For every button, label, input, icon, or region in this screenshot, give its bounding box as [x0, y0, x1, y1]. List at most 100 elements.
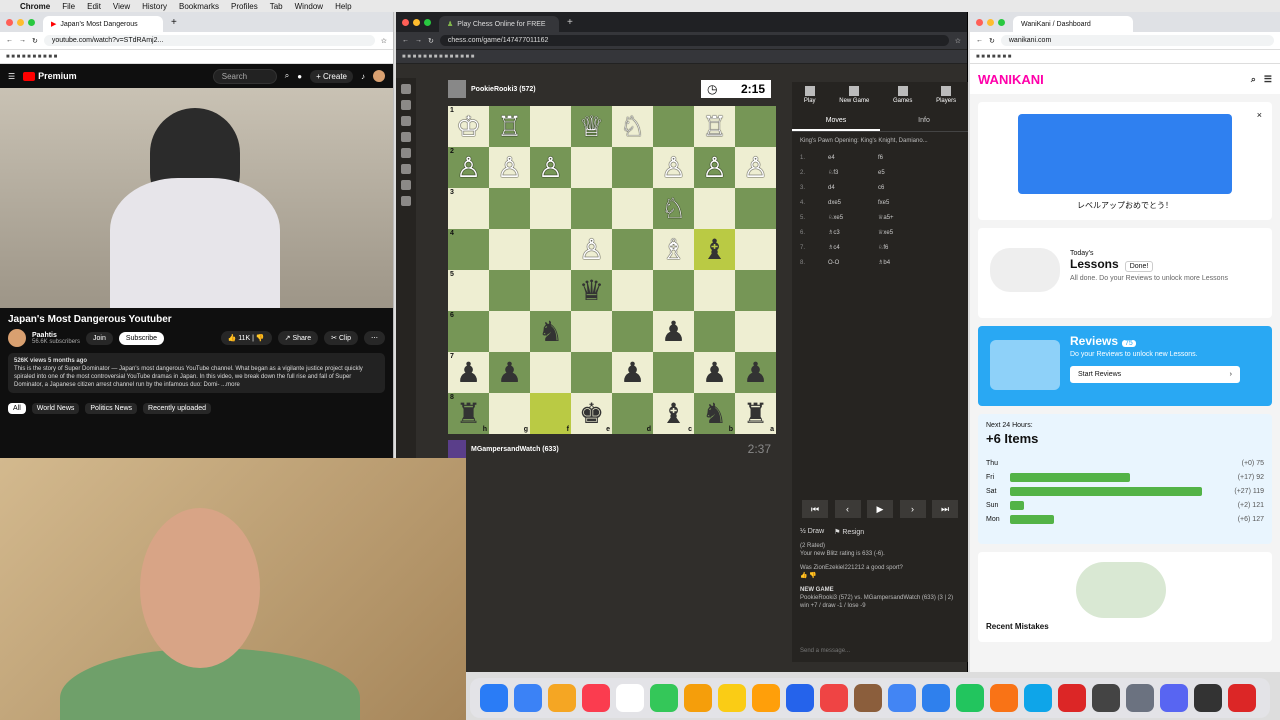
star-icon[interactable]: ☆ — [955, 37, 961, 45]
pawn-icon[interactable] — [401, 84, 411, 94]
menu-tab[interactable]: Tab — [270, 2, 283, 11]
board-square[interactable]: g — [489, 393, 530, 434]
board-square[interactable] — [735, 229, 776, 270]
menu-file[interactable]: File — [62, 2, 75, 11]
chess-piece[interactable]: ♝ — [702, 235, 727, 264]
chess-board[interactable]: ♔ 1 ♖ ♕ ♘ ♖ ♙ 2 ♙ ♙ ♙ ♙ ♙ 3 ♘ 4 ♙ ♗ ♝ 5 ♛ 6 ♞ ♟ ♟ 7 ♟ ♟ ♟ ♟ ♜ 8 h g f ♚ e d ♝ c… — [448, 106, 776, 434]
board-square[interactable]: ♟ — [653, 311, 694, 352]
puzzle-icon[interactable] — [401, 100, 411, 110]
move[interactable]: ♗c4 — [828, 244, 878, 251]
chess-piece[interactable]: ♝ — [661, 399, 686, 428]
move[interactable]: ♘f6 — [878, 244, 928, 251]
chip-recently-uploaded[interactable]: Recently uploaded — [143, 403, 212, 414]
dock-app-icon[interactable] — [888, 684, 916, 712]
board-square[interactable]: 5 — [448, 270, 489, 311]
menu-icon[interactable]: ☰ — [8, 72, 15, 81]
board-square[interactable]: ♗ — [653, 229, 694, 270]
bookmark-item[interactable]: ■ ■ ■ ■ ■ ■ ■ — [976, 54, 1011, 60]
board-square[interactable]: ♞ b — [694, 393, 735, 434]
board-square[interactable]: ♔ 1 — [448, 106, 489, 147]
close-icon[interactable]: × — [1257, 110, 1262, 120]
tab-moves[interactable]: Moves — [792, 112, 880, 131]
board-square[interactable] — [571, 147, 612, 188]
chess-piece[interactable]: ♙ — [497, 153, 522, 182]
menu-window[interactable]: Window — [295, 2, 323, 11]
board-square[interactable] — [612, 229, 653, 270]
url-field[interactable]: wanikani.com — [1000, 35, 1274, 46]
dock-app-icon[interactable] — [956, 684, 984, 712]
board-square[interactable]: ♙ — [735, 147, 776, 188]
board-square[interactable]: ♛ — [571, 270, 612, 311]
board-square[interactable] — [612, 311, 653, 352]
dock-app-icon[interactable] — [1228, 684, 1256, 712]
board-square[interactable] — [612, 147, 653, 188]
menu-history[interactable]: History — [142, 2, 167, 11]
chess-piece[interactable]: ♘ — [661, 194, 686, 223]
board-square[interactable] — [489, 311, 530, 352]
move[interactable]: ♘f3 — [828, 169, 878, 176]
reload-icon[interactable]: ↻ — [32, 37, 38, 45]
board-square[interactable] — [489, 270, 530, 311]
search-icon[interactable]: ⌕ — [285, 71, 289, 81]
board-square[interactable] — [694, 311, 735, 352]
dock-app-icon[interactable] — [514, 684, 542, 712]
bottom-player[interactable]: MGampersandWatch (633) — [448, 440, 559, 458]
chess-piece[interactable]: ♖ — [702, 112, 727, 141]
chess-piece[interactable]: ♜ — [743, 399, 768, 428]
back-icon[interactable]: ← — [6, 37, 13, 44]
move[interactable]: ♕xe5 — [878, 229, 928, 236]
wanikani-logo[interactable]: WANIKANI — [978, 72, 1044, 87]
search-icon[interactable] — [401, 196, 411, 206]
last-move-button[interactable]: ⏭ — [932, 500, 958, 518]
chip-politics-news[interactable]: Politics News — [85, 403, 138, 414]
url-field[interactable]: chess.com/game/147477011162 — [439, 35, 949, 46]
search-input[interactable]: Search — [212, 68, 277, 84]
board-square[interactable] — [489, 188, 530, 229]
board-square[interactable]: ♝ — [694, 229, 735, 270]
board-square[interactable] — [735, 311, 776, 352]
chess-piece[interactable]: ♟ — [497, 358, 522, 387]
prev-move-button[interactable]: ‹ — [834, 500, 861, 518]
move[interactable]: ♕a5+ — [878, 214, 928, 221]
board-square[interactable]: 3 — [448, 188, 489, 229]
video-player[interactable] — [0, 88, 393, 308]
board-square[interactable]: d — [612, 393, 653, 434]
chess-piece[interactable]: ♙ — [661, 153, 686, 182]
board-square[interactable]: ♟ — [612, 352, 653, 393]
window-controls[interactable] — [976, 18, 1005, 26]
lessons-card[interactable]: Today's Lessons Done! All done. Do your R… — [978, 228, 1272, 318]
board-square[interactable] — [653, 352, 694, 393]
tab-chess[interactable]: ♟ Play Chess Online for FREE — [439, 16, 559, 32]
channel-avatar[interactable] — [8, 329, 26, 347]
subscribe-button[interactable]: Subscribe — [118, 331, 165, 345]
chess-piece[interactable]: ♟ — [456, 358, 481, 387]
reload-icon[interactable]: ↻ — [989, 37, 995, 45]
menu-profiles[interactable]: Profiles — [231, 2, 258, 11]
board-square[interactable]: ♟ — [735, 352, 776, 393]
mic-icon[interactable]: ● — [297, 72, 302, 81]
dock-app-icon[interactable] — [820, 684, 848, 712]
dock-app-icon[interactable] — [1160, 684, 1188, 712]
first-move-button[interactable]: ⏮ — [802, 500, 828, 518]
board-square[interactable] — [571, 352, 612, 393]
board-square[interactable]: ♙ — [653, 147, 694, 188]
dock-app-icon[interactable] — [684, 684, 712, 712]
move[interactable]: f6 — [878, 155, 928, 161]
channel-name[interactable]: Paahtis — [32, 332, 80, 339]
tab-youtube[interactable]: ▶ Japan's Most Dangerous — [43, 16, 163, 32]
tab-wanikani[interactable]: WaniKani / Dashboard — [1013, 16, 1133, 32]
forward-icon[interactable]: → — [19, 37, 26, 44]
board-square[interactable]: ♖ — [489, 106, 530, 147]
more-icon[interactable]: ⋯ — [364, 331, 385, 345]
recent-mistakes-card[interactable]: Recent Mistakes — [978, 552, 1272, 642]
board-square[interactable]: 6 — [448, 311, 489, 352]
move[interactable]: e4 — [828, 155, 878, 161]
board-square[interactable] — [735, 270, 776, 311]
dock-app-icon[interactable] — [922, 684, 950, 712]
board-square[interactable]: ♕ — [571, 106, 612, 147]
dock-app-icon[interactable] — [480, 684, 508, 712]
players-tab[interactable]: Players — [936, 86, 956, 104]
draw-button[interactable]: ½ Draw — [800, 528, 824, 536]
dock-app-icon[interactable] — [650, 684, 678, 712]
board-square[interactable]: ♙ 2 — [448, 147, 489, 188]
